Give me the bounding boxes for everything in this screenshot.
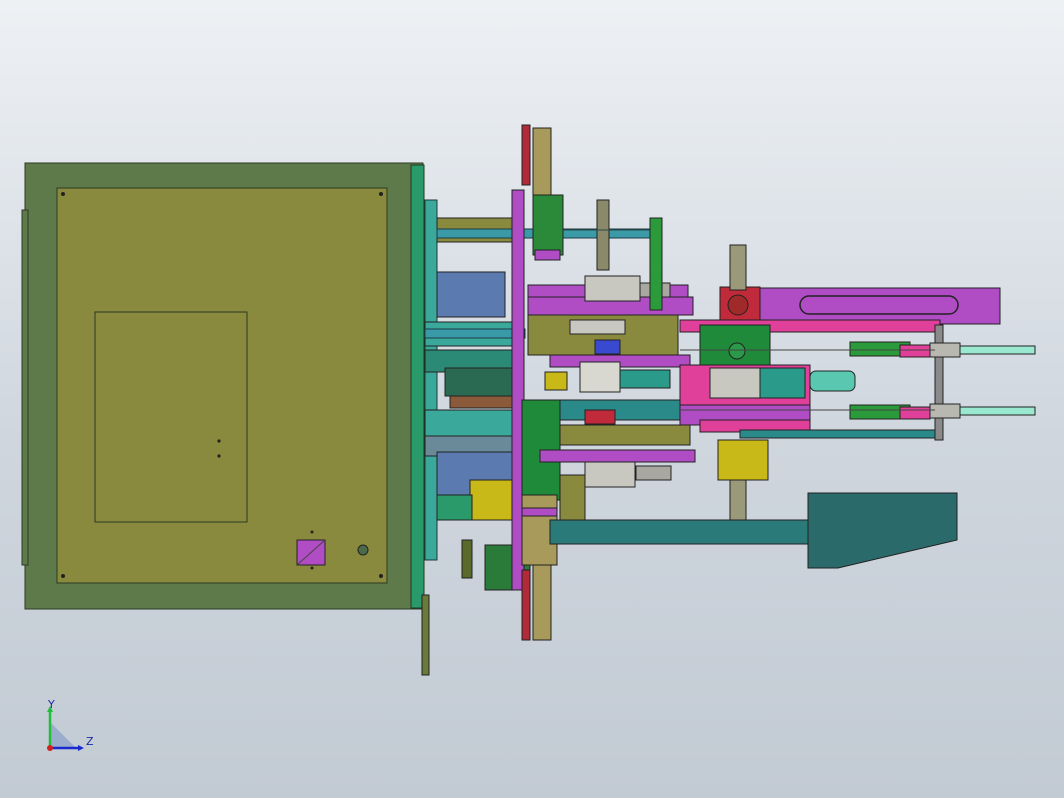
- machine-assembly-drawing[interactable]: [0, 0, 1064, 798]
- screw-hole: [379, 192, 383, 196]
- screw-hole: [310, 566, 314, 570]
- lower-inner-assembly[interactable]: [539, 399, 696, 521]
- rack: [449, 395, 515, 409]
- arm-bracket: [807, 492, 958, 569]
- triad-z-label: Z: [86, 735, 94, 748]
- right-assembly[interactable]: [679, 244, 1036, 521]
- coordinate-triad: Y Z: [47, 700, 94, 751]
- frame-plate-assembly[interactable]: [21, 162, 430, 676]
- side-bar-green: [410, 164, 425, 609]
- cylinder: [584, 461, 636, 488]
- rod-cylinder: [959, 406, 1036, 416]
- cylinder-dark: [444, 367, 516, 397]
- triad-y-label: Y: [47, 700, 55, 711]
- blue-block: [436, 271, 506, 318]
- screw-hole: [310, 530, 314, 534]
- screw-hole: [217, 439, 221, 443]
- base-plate: [56, 187, 388, 584]
- vertical-cylinder-bottom: [532, 564, 552, 641]
- screw-hole: [61, 192, 65, 196]
- guide-rod: [424, 328, 526, 339]
- screw-hole: [61, 574, 65, 578]
- cylinder: [579, 361, 621, 393]
- nozzle: [809, 370, 856, 392]
- slotted-arm: [759, 287, 1001, 325]
- indicator-lamp: [357, 544, 369, 556]
- frame-notch: [21, 209, 29, 566]
- lower-bracket: [421, 594, 430, 676]
- cad-viewport[interactable]: Y Z: [0, 0, 1064, 798]
- screw-hole: [379, 574, 383, 578]
- screw-hole: [217, 454, 221, 458]
- guide-rod: [549, 519, 811, 545]
- rod-cylinder: [959, 345, 1036, 355]
- vertical-cylinder-top: [532, 127, 552, 199]
- cylinder: [584, 275, 641, 302]
